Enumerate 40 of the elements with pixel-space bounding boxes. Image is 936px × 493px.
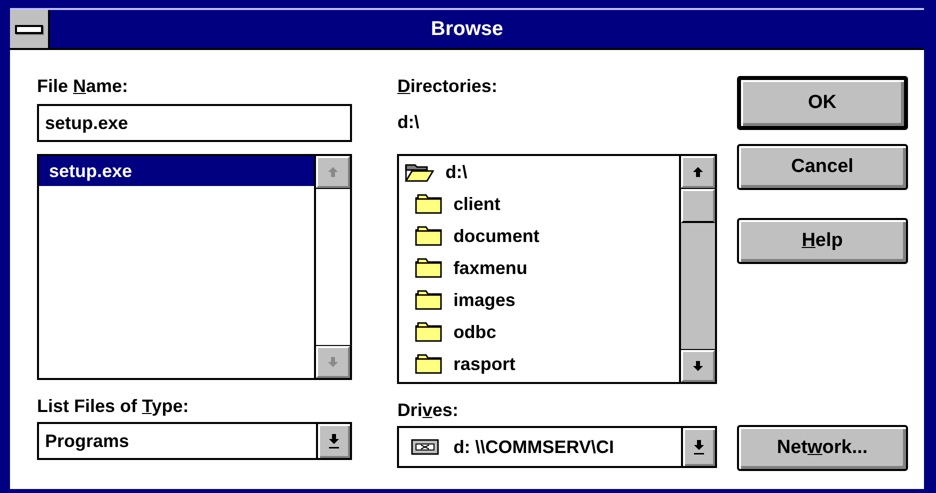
file-name-field[interactable]: setup.exe <box>37 104 352 142</box>
directory-item[interactable]: d:\ <box>399 156 679 188</box>
dialog-button[interactable]: OK <box>736 76 908 130</box>
field-label: Directories: <box>397 75 498 98</box>
folder-icon <box>415 290 444 310</box>
file-type-dropdown[interactable]: Programs <box>37 422 352 460</box>
field-label: List Files of Type: <box>37 395 190 418</box>
down-arrow-icon <box>690 359 705 373</box>
dropdown-arrow-icon <box>327 433 342 449</box>
open-folder-icon <box>405 162 436 182</box>
directory-item[interactable]: client <box>399 188 679 220</box>
folder-icon <box>415 322 444 342</box>
down-arrow-icon <box>326 355 340 369</box>
dialog-button[interactable]: Help <box>736 218 908 264</box>
system-menu-button[interactable] <box>10 10 50 48</box>
current-path: d:\ <box>397 111 420 134</box>
directory-item[interactable]: faxmenu <box>399 252 679 284</box>
network-drive-icon <box>411 439 440 455</box>
dialog-button[interactable]: Cancel <box>736 144 908 190</box>
directory-item[interactable]: document <box>399 220 679 252</box>
field-label: Drives: <box>397 399 460 422</box>
folder-icon <box>415 194 444 214</box>
folder-icon <box>415 354 444 374</box>
directory-item[interactable]: odbc <box>399 316 679 348</box>
folder-icon <box>415 258 444 278</box>
dropdown-arrow-icon <box>692 439 706 455</box>
file-list[interactable]: setup.exe <box>37 154 352 380</box>
scroll-bar[interactable] <box>678 156 715 382</box>
directory-item[interactable]: rasport <box>399 348 679 380</box>
directory-list[interactable]: d:\ client document faxmenu images odbc rasport <box>397 154 717 384</box>
network-button[interactable]: Network... <box>736 425 908 471</box>
field-label: File Name: <box>37 75 130 98</box>
up-arrow-icon <box>326 165 340 179</box>
folder-icon <box>415 226 444 246</box>
drives-dropdown[interactable]: d: \\COMMSERV\CI <box>397 426 717 468</box>
file-item[interactable]: setup.exe <box>39 156 314 186</box>
window-title: Browse <box>430 18 504 40</box>
directory-item[interactable]: images <box>399 284 679 316</box>
up-arrow-icon <box>690 165 705 179</box>
scroll-thumb[interactable] <box>680 189 715 223</box>
